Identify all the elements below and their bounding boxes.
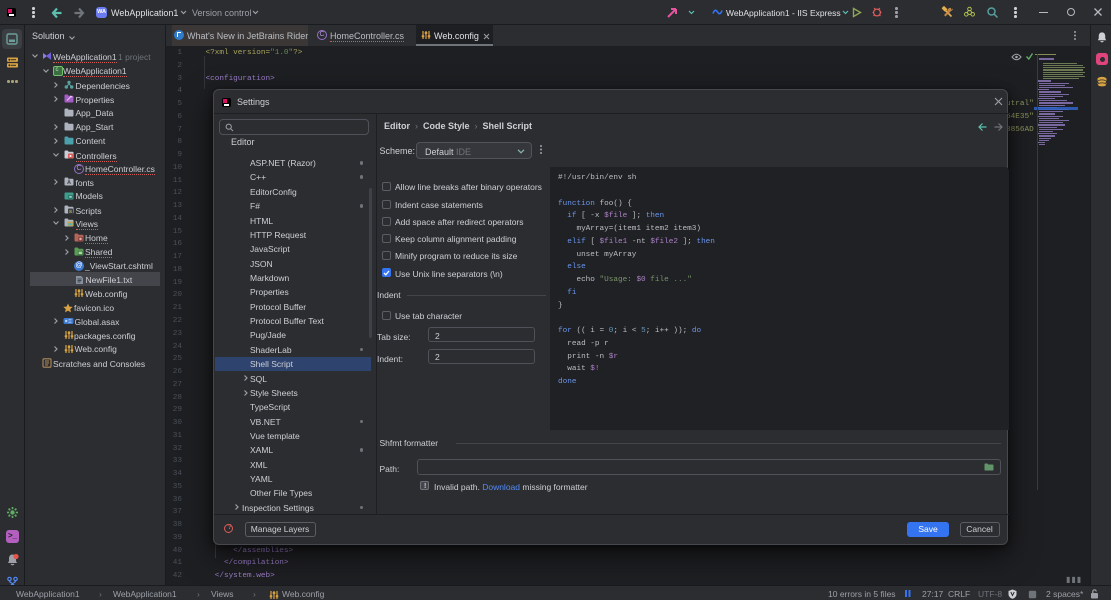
svg-text:S: S [69, 209, 72, 214]
